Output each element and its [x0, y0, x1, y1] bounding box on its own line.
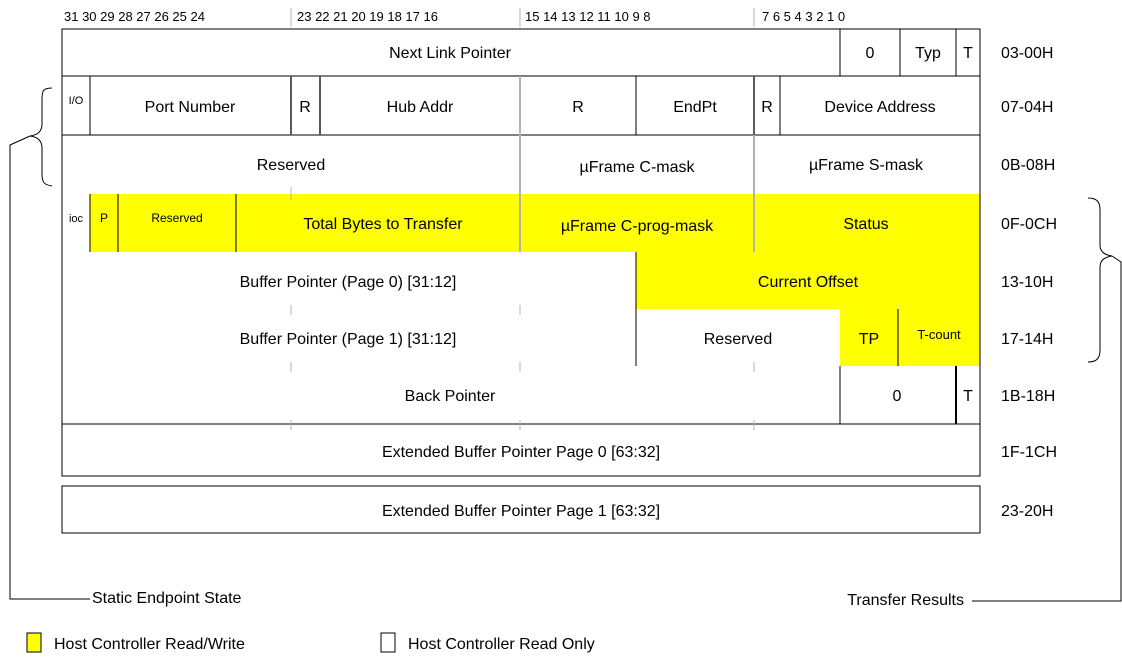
static-endpoint-state-label: Static Endpoint State: [92, 590, 242, 607]
legend: Host Controller Read/Write Host Controll…: [26, 632, 595, 653]
field-buffer-pointer-page1: Buffer Pointer (Page 1) [31:12]: [240, 331, 457, 348]
left-brace: [29, 87, 53, 187]
bit-ranges: 31 30 29 28 27 26 25 24 23 22 21 20 19 1…: [64, 9, 845, 24]
offset-column: 03-00H 07-04H 0B-08H 0F-0CH 13-10H 17-14…: [1001, 45, 1057, 520]
field-reserved-small: Reserved: [151, 211, 202, 225]
field-total-bytes: Total Bytes to Transfer: [303, 216, 463, 233]
field-reserved: Reserved: [704, 331, 772, 348]
field-uframe-c-prog-mask: µFrame C-prog-mask: [561, 218, 714, 235]
offset-label: 13-10H: [1001, 274, 1053, 291]
offset-label: 0B-08H: [1001, 157, 1055, 174]
field-zero: 0: [893, 388, 902, 405]
legend-label-read-only: Host Controller Read Only: [408, 636, 595, 653]
offset-label: 03-00H: [1001, 45, 1053, 62]
field-ext-buffer-page1: Extended Buffer Pointer Page 1 [63:32]: [382, 503, 660, 520]
field-t: T: [963, 45, 973, 62]
field-back-pointer: Back Pointer: [405, 388, 496, 405]
field-hub-addr: Hub Addr: [387, 99, 454, 116]
offset-label: 23-20H: [1001, 503, 1053, 520]
field-status: Status: [843, 216, 888, 233]
field-t: T: [963, 388, 973, 405]
field-r: R: [572, 99, 584, 116]
field-ext-buffer-page0: Extended Buffer Pointer Page 0 [63:32]: [382, 444, 660, 461]
field-typ: Typ: [915, 45, 941, 62]
field-current-offset: Current Offset: [758, 274, 859, 291]
field-device-address: Device Address: [824, 99, 935, 116]
offset-label: 1B-18H: [1001, 388, 1055, 405]
field-buffer-pointer-page0: Buffer Pointer (Page 0) [31:12]: [240, 274, 457, 291]
field-uframe-s-mask: µFrame S-mask: [809, 157, 924, 174]
offset-label: 17-14H: [1001, 331, 1053, 348]
field-tp: TP: [859, 331, 879, 348]
field-reserved: Reserved: [257, 157, 325, 174]
field-r: R: [299, 99, 311, 116]
legend-swatch-read-only: [380, 632, 396, 653]
static-endpoint-bracket: [9, 87, 90, 600]
field-p: P: [100, 211, 108, 225]
offset-label: 0F-0CH: [1001, 216, 1057, 233]
right-brace: [1087, 197, 1113, 363]
bit-range-15-8: 15 14 13 12 11 10 9 8: [525, 9, 651, 24]
transfer-results-label: Transfer Results: [847, 592, 964, 609]
bit-range-31-24: 31 30 29 28 27 26 25 24: [64, 9, 205, 24]
offset-label: 07-04H: [1001, 99, 1053, 116]
left-connector: [9, 135, 90, 600]
legend-label-read-write: Host Controller Read/Write: [54, 636, 245, 653]
bit-range-23-16: 23 22 21 20 19 18 17 16: [297, 9, 438, 24]
field-t-count: T-count: [917, 327, 961, 342]
right-connector: [972, 255, 1122, 602]
bit-range-7-0: 7 6 5 4 3 2 1 0: [762, 9, 845, 24]
field-uframe-c-mask: µFrame C-mask: [580, 159, 696, 176]
field-r: R: [761, 99, 773, 116]
field-next-link-pointer: Next Link Pointer: [389, 45, 512, 62]
field-port-number: Port Number: [145, 99, 236, 116]
legend-swatch-read-write: [26, 632, 42, 653]
field-endpt: EndPt: [673, 99, 717, 116]
field-io: I/O: [69, 95, 84, 107]
field-ioc: ioc: [69, 213, 84, 225]
field-zero: 0: [866, 45, 875, 62]
offset-label: 1F-1CH: [1001, 444, 1057, 461]
itd-structure-diagram: 31 30 29 28 27 26 25 24 23 22 21 20 19 1…: [9, 8, 1122, 653]
